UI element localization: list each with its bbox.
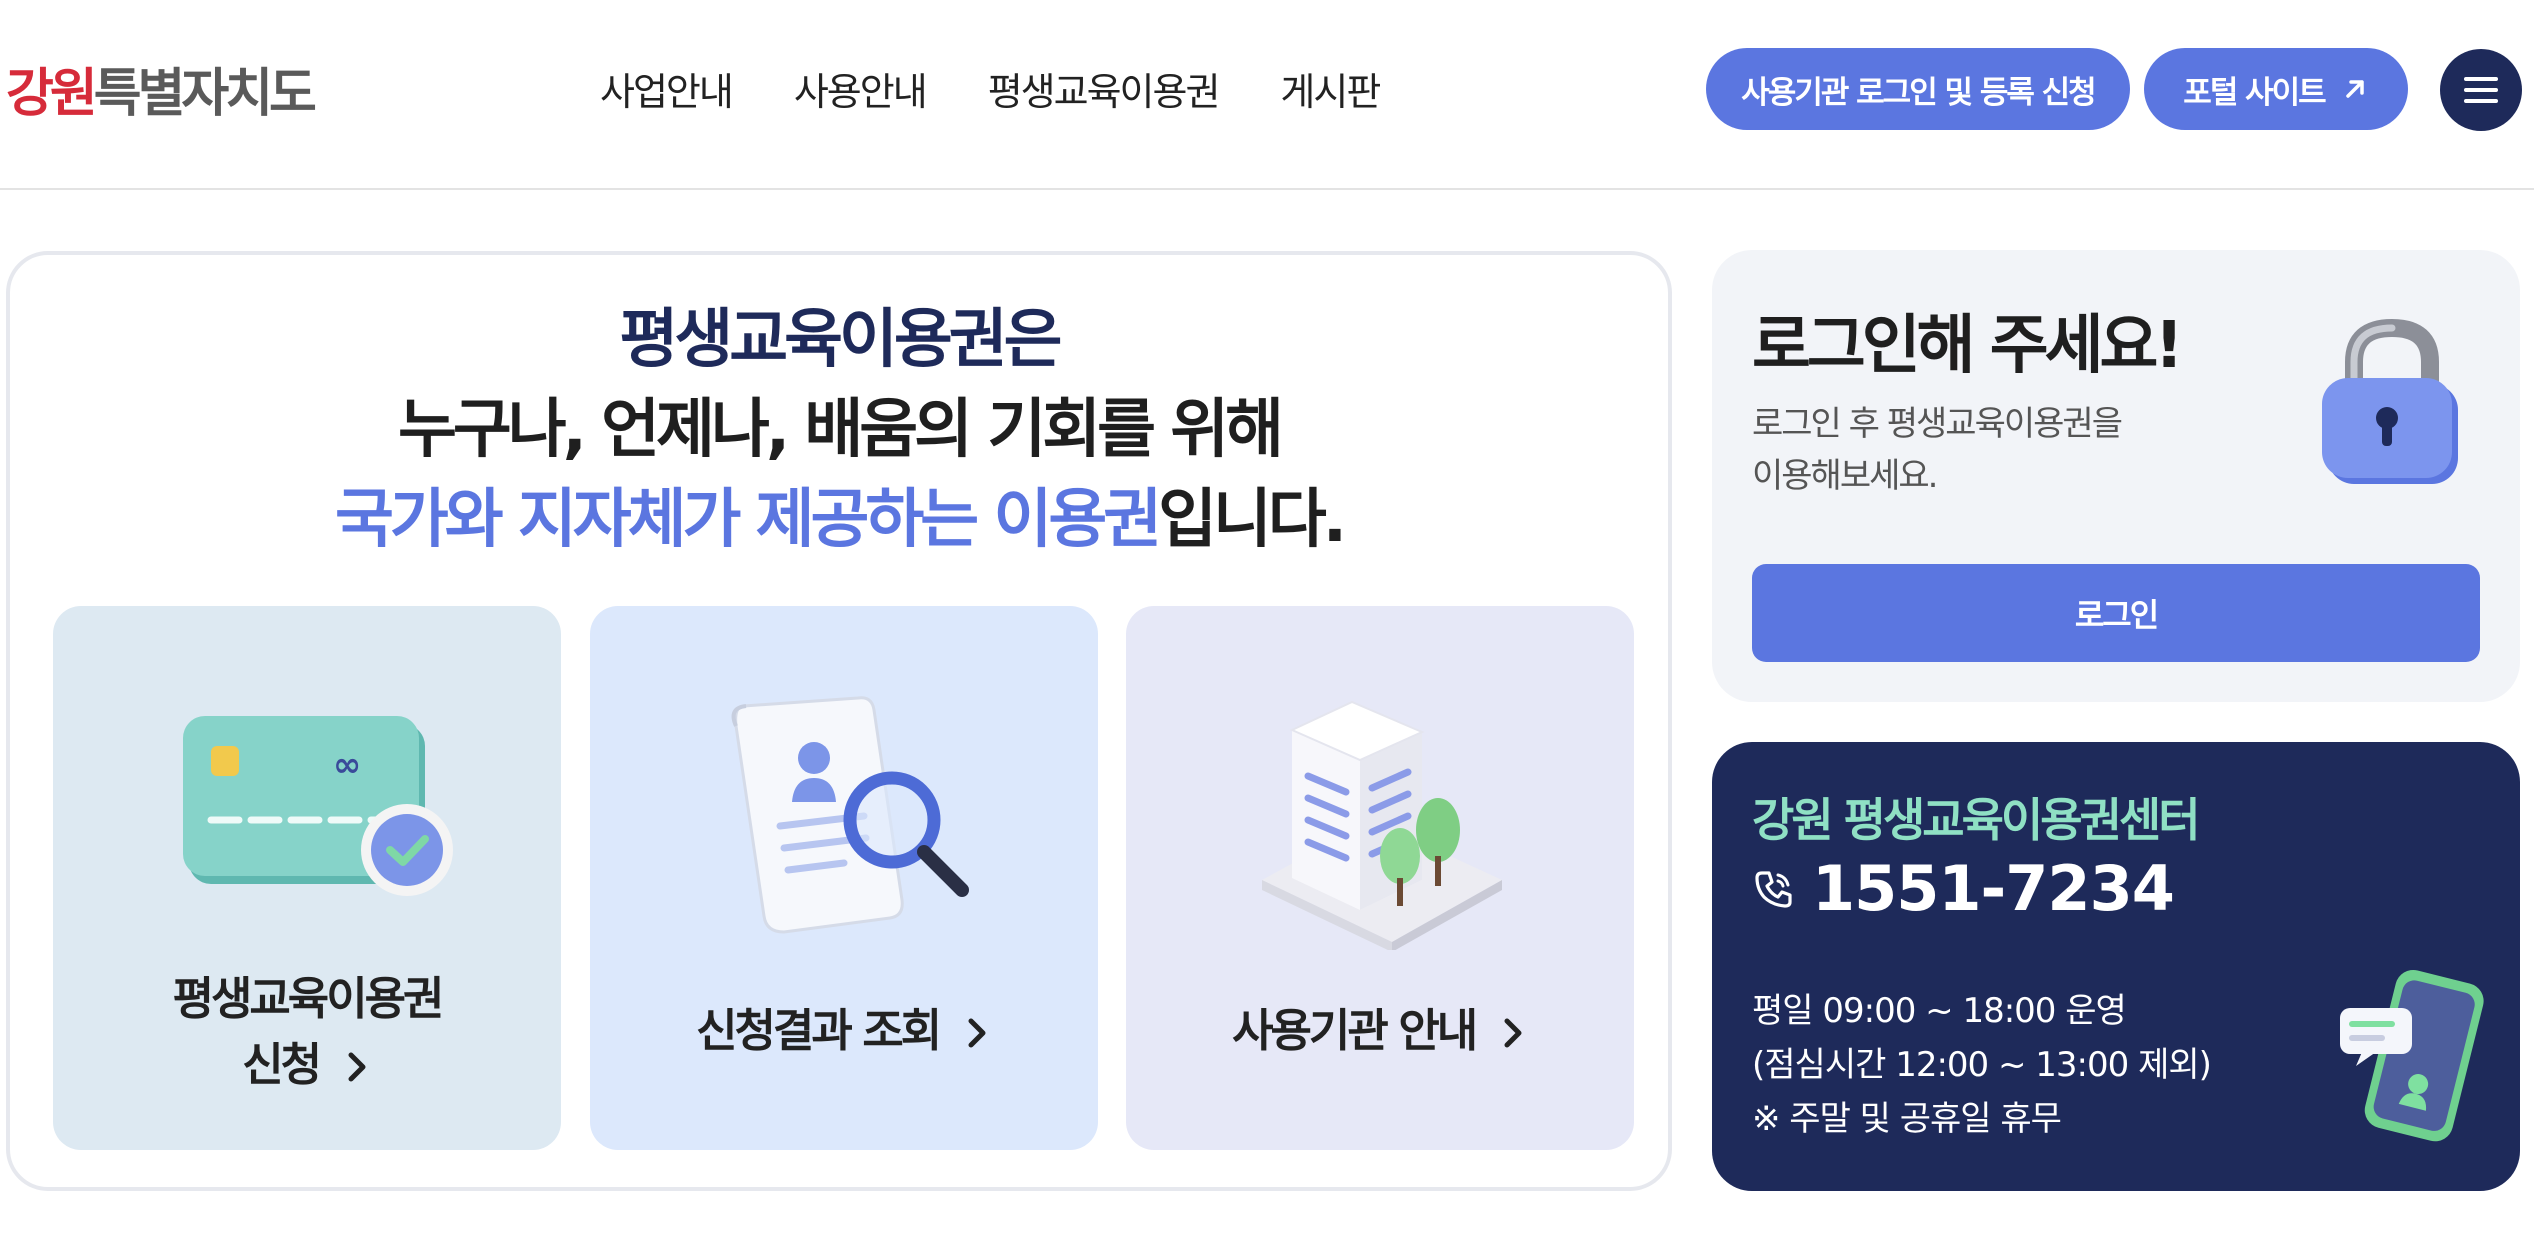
headline-line-1: 평생교육이용권은 — [619, 303, 1062, 377]
headline-suffix: 입니다. — [1158, 483, 1347, 557]
tile-apply-line-1: 평생교육이용권 — [172, 972, 445, 1025]
tile-result-text: 신청결과 조회 — [696, 1004, 942, 1057]
chevron-right-icon — [968, 1018, 986, 1048]
contact-center-title: 강원 평생교육이용권센터 — [1752, 793, 2201, 847]
org-login-register-label: 사용기관 로그인 및 등록 신청 — [1741, 74, 2096, 111]
intro-card: 평생교육이용권은 누구나, 언제나, 배움의 기회를 위해 국가와 지자체가 제… — [6, 251, 1672, 1191]
contact-phone-number[interactable]: 1551-7234 — [1812, 852, 2175, 925]
contact-hours-line-2: (점심시간 12:00 ~ 13:00 제외) — [1752, 1045, 2212, 1085]
site-header: 강원 특별자치도 사업안내 사용안내 평생교육이용권 게시판 사용기관 로그인 … — [0, 0, 2534, 190]
tile-institution-info[interactable]: 사용기관 안내 — [1126, 606, 1634, 1150]
logo-text: 특별자치도 — [93, 63, 317, 124]
tile-apply-voucher[interactable]: ∞ 평생교육이용권 신청 — [53, 606, 561, 1150]
menu-button[interactable] — [2440, 49, 2522, 131]
org-login-register-button[interactable]: 사용기관 로그인 및 등록 신청 — [1706, 48, 2130, 130]
contact-phone-row: 1551-7234 — [1752, 852, 2175, 925]
tile-apply-label: 평생교육이용권 신청 — [53, 966, 561, 1098]
contact-center-card: 강원 평생교육이용권센터 1551-7234 평일 09:00 ~ 18:00 … — [1712, 742, 2520, 1191]
portal-site-label: 포털 사이트 — [2183, 74, 2326, 111]
login-button[interactable]: 로그인 — [1752, 564, 2480, 662]
tile-result-label: 신청결과 조회 — [590, 998, 1098, 1064]
arrow-up-right-icon — [2345, 80, 2364, 98]
logo-mark: 강원 — [6, 63, 98, 124]
intro-headline: 평생교육이용권은 누구나, 언제나, 배움의 기회를 위해 국가와 지자체가 제… — [10, 295, 1668, 565]
nav-item-board[interactable]: 게시판 — [1280, 61, 1381, 116]
phone-icon — [1755, 870, 1792, 908]
tile-apply-line-2: 신청 — [242, 1038, 322, 1091]
menu-icon — [2464, 77, 2498, 103]
login-card: 로그인해 주세요! 로그인 후 평생교육이용권을 이용해보세요. 로그인 — [1712, 250, 2520, 702]
login-description: 로그인 후 평생교육이용권을 이용해보세요. — [1752, 398, 2212, 502]
document-search-icon — [731, 696, 969, 934]
building-icon — [1262, 700, 1502, 950]
contact-hours: 평일 09:00 ~ 18:00 운영 (점심시간 12:00 ~ 13:00 … — [1752, 984, 2212, 1146]
headline-line-3: 국가와 지자체가 제공하는 이용권입니다. — [10, 475, 1668, 565]
tile-institution-label: 사용기관 안내 — [1126, 998, 1634, 1064]
main-nav: 사업안내 사용안내 평생교육이용권 게시판 — [600, 58, 1381, 118]
login-desc-line-1: 로그인 후 평생교육이용권을 — [1752, 404, 2123, 444]
contact-hours-line-3: ※ 주말 및 공휴일 휴무 — [1752, 1099, 2062, 1139]
chevron-right-icon — [1504, 1018, 1522, 1048]
login-title: 로그인해 주세요! — [1752, 309, 2184, 383]
portal-site-button[interactable]: 포털 사이트 — [2144, 48, 2408, 130]
contact-hours-line-1: 평일 09:00 ~ 18:00 운영 — [1752, 991, 2127, 1031]
tile-apply-line-2-row: 신청 — [53, 1032, 561, 1098]
nav-item-business[interactable]: 사업안내 — [600, 61, 734, 116]
headline-line-2: 누구나, 언제나, 배움의 기회를 위해 — [397, 393, 1284, 467]
site-logo[interactable]: 강원 특별자치도 — [6, 56, 317, 124]
smartphone-chat-icon — [2340, 969, 2484, 1142]
chevron-right-icon — [348, 1052, 366, 1082]
lock-icon — [2322, 318, 2458, 484]
tile-institution-text: 사용기관 안내 — [1232, 1004, 1478, 1057]
card-check-icon: ∞ — [183, 716, 453, 896]
tile-result-lookup[interactable]: 신청결과 조회 — [590, 606, 1098, 1150]
headline-highlight: 국가와 지자체가 제공하는 이용권 — [334, 483, 1162, 557]
login-desc-line-2: 이용해보세요. — [1752, 456, 1939, 496]
login-button-label: 로그인 — [2074, 596, 2159, 634]
nav-item-usage[interactable]: 사용안내 — [794, 61, 928, 116]
nav-item-voucher[interactable]: 평생교육이용권 — [988, 61, 1221, 116]
svg-text:∞: ∞ — [333, 745, 361, 785]
